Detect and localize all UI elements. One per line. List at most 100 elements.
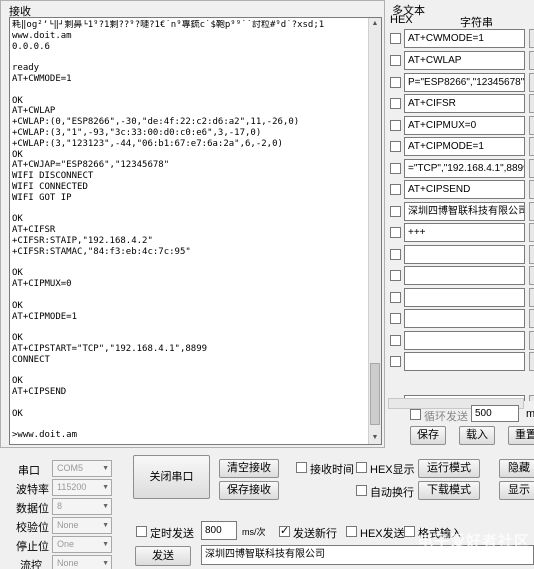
multi-send-button[interactable]: [529, 180, 534, 199]
multi-hex-checkbox[interactable]: [390, 206, 401, 217]
multi-hex-checkbox[interactable]: [390, 77, 401, 88]
timed-send-label: 定时发送: [150, 528, 194, 540]
multi-send-button[interactable]: [529, 245, 534, 264]
multi-hex-checkbox[interactable]: [390, 335, 401, 346]
receive-line: >www.doit.am: [12, 430, 78, 441]
multi-send-button[interactable]: [529, 309, 534, 328]
scroll-down-icon[interactable]: ▼: [369, 432, 381, 444]
send-newline-checkbox[interactable]: [279, 524, 290, 537]
scroll-up-icon[interactable]: ▲: [369, 18, 381, 30]
port-select[interactable]: COM5 ▼: [52, 460, 112, 477]
multi-send-button[interactable]: [529, 29, 534, 48]
hex-send-checkbox[interactable]: [346, 526, 357, 537]
multi-text-input[interactable]: +++: [404, 223, 525, 242]
receive-line: [12, 290, 367, 301]
multi-hex-checkbox[interactable]: [390, 270, 401, 281]
multi-text-input[interactable]: 深圳四博智联科技有限公司: [404, 202, 525, 221]
parity-select[interactable]: None ▼: [52, 517, 112, 534]
receive-line: [12, 204, 367, 215]
multi-send-button[interactable]: [529, 352, 534, 371]
receive-scrollbar[interactable]: ▲ ▼: [368, 18, 381, 444]
multi-text-input[interactable]: [404, 245, 525, 264]
multi-hex-checkbox[interactable]: [390, 313, 401, 324]
multi-send-button[interactable]: [529, 223, 534, 242]
receive-textarea[interactable]: 耗‖og²ʼ└‖┘剩鼻└1⁹?1剩??⁹?嗹?1€˙n⁹專鋶c˙$鞄p⁹⁹˙˙討…: [9, 17, 382, 445]
parity-label: 校验位: [16, 522, 49, 534]
receive-line: AT+CIPSEND: [12, 387, 67, 398]
multi-text-input[interactable]: AT+CIPSEND: [404, 180, 525, 199]
multi-hex-checkbox[interactable]: [390, 120, 401, 131]
multi-hex-checkbox[interactable]: [390, 55, 401, 66]
multi-hex-checkbox[interactable]: [390, 98, 401, 109]
multi-text-row: ="TCP","192.168.4.1",8899: [388, 159, 534, 179]
multi-text-input[interactable]: P="ESP8266","12345678": [404, 73, 525, 92]
show-button[interactable]: 显示: [499, 481, 534, 500]
multi-send-button[interactable]: [529, 94, 534, 113]
multi-send-button[interactable]: [529, 137, 534, 156]
send-button[interactable]: 发送: [135, 546, 191, 566]
baud-select[interactable]: 115200 ▼: [52, 479, 112, 496]
send-interval-input[interactable]: 800: [201, 521, 237, 540]
hex-send-label: HEX发送: [360, 528, 405, 540]
loop-interval-unit: m: [526, 408, 534, 420]
download-mode-button[interactable]: 下载模式: [418, 481, 480, 500]
multi-hex-checkbox[interactable]: [390, 249, 401, 260]
multi-send-button[interactable]: [529, 395, 534, 401]
multi-hex-checkbox[interactable]: [390, 292, 401, 303]
multi-text-input[interactable]: AT+CIPMODE=1: [404, 137, 525, 156]
receive-line: +CWLAP:(0,"ESP8266",-30,"de:4f:22:c2:d6:…: [12, 117, 300, 128]
baud-label: 波特率: [16, 484, 49, 496]
multi-hex-checkbox[interactable]: [390, 33, 401, 44]
auto-wrap-checkbox[interactable]: [356, 485, 367, 496]
multi-text-input[interactable]: [404, 309, 525, 328]
stopbits-select[interactable]: One ▼: [52, 536, 112, 553]
multi-text-input[interactable]: AT+CIPMUX=0: [404, 116, 525, 135]
timed-send-checkbox[interactable]: [136, 526, 147, 537]
save-receive-button[interactable]: 保存接收: [219, 481, 279, 500]
multi-send-button[interactable]: [529, 288, 534, 307]
hide-button[interactable]: 隐藏: [499, 459, 534, 478]
multi-text-input[interactable]: [404, 331, 525, 350]
scroll-thumb[interactable]: [370, 363, 380, 425]
close-port-button[interactable]: 关闭串口: [133, 455, 210, 499]
multi-hex-checkbox[interactable]: [390, 184, 401, 195]
multi-hex-checkbox[interactable]: [390, 356, 401, 367]
loop-send-checkbox[interactable]: [410, 409, 421, 420]
receive-line: [12, 419, 367, 430]
multi-text-input[interactable]: [404, 352, 525, 371]
multi-text-input[interactable]: [404, 266, 525, 285]
hex-display-checkbox[interactable]: [356, 462, 367, 473]
receive-line: [12, 366, 367, 377]
format-input-checkbox[interactable]: [404, 526, 415, 537]
receive-line: OK: [12, 268, 23, 279]
run-mode-button[interactable]: 运行模式: [418, 459, 480, 478]
multi-send-button[interactable]: [529, 202, 534, 221]
multi-send-button[interactable]: [529, 116, 534, 135]
receive-line: CONNECT: [12, 354, 50, 365]
load-multi-button[interactable]: 载入: [459, 426, 495, 445]
receive-line: OK: [12, 333, 23, 344]
multi-hex-checkbox[interactable]: [390, 227, 401, 238]
receive-time-checkbox[interactable]: [296, 462, 307, 473]
multi-send-button[interactable]: [529, 51, 534, 70]
loop-interval-input[interactable]: 500: [471, 405, 519, 422]
multi-text-input[interactable]: AT+CIFSR: [404, 94, 525, 113]
multi-hex-checkbox[interactable]: [390, 141, 401, 152]
multi-text-input[interactable]: AT+CWLAP: [404, 51, 525, 70]
multi-send-button[interactable]: [529, 266, 534, 285]
receive-line: [12, 398, 367, 409]
multi-send-button[interactable]: [529, 73, 534, 92]
receive-line: AT+CIFSR: [12, 225, 56, 236]
save-multi-button[interactable]: 保存: [410, 426, 446, 445]
multi-text-input[interactable]: ="TCP","192.168.4.1",8899: [404, 159, 525, 178]
databits-select[interactable]: 8 ▼: [52, 498, 112, 515]
multi-text-input[interactable]: [404, 288, 525, 307]
multi-send-button[interactable]: [529, 159, 534, 178]
multi-hex-checkbox[interactable]: [390, 163, 401, 174]
receive-text: 耗‖og²ʼ└‖┘剩鼻└1⁹?1剩??⁹?嗹?1€˙n⁹專鋶c˙$鞄p⁹⁹˙˙討…: [12, 20, 367, 442]
clear-receive-button[interactable]: 清空接收: [219, 459, 279, 478]
multi-send-button[interactable]: [529, 331, 534, 350]
multi-text-input[interactable]: AT+CWMODE=1: [404, 29, 525, 48]
flow-select[interactable]: None ▼: [52, 555, 112, 569]
reset-multi-button[interactable]: 重置: [508, 426, 534, 445]
